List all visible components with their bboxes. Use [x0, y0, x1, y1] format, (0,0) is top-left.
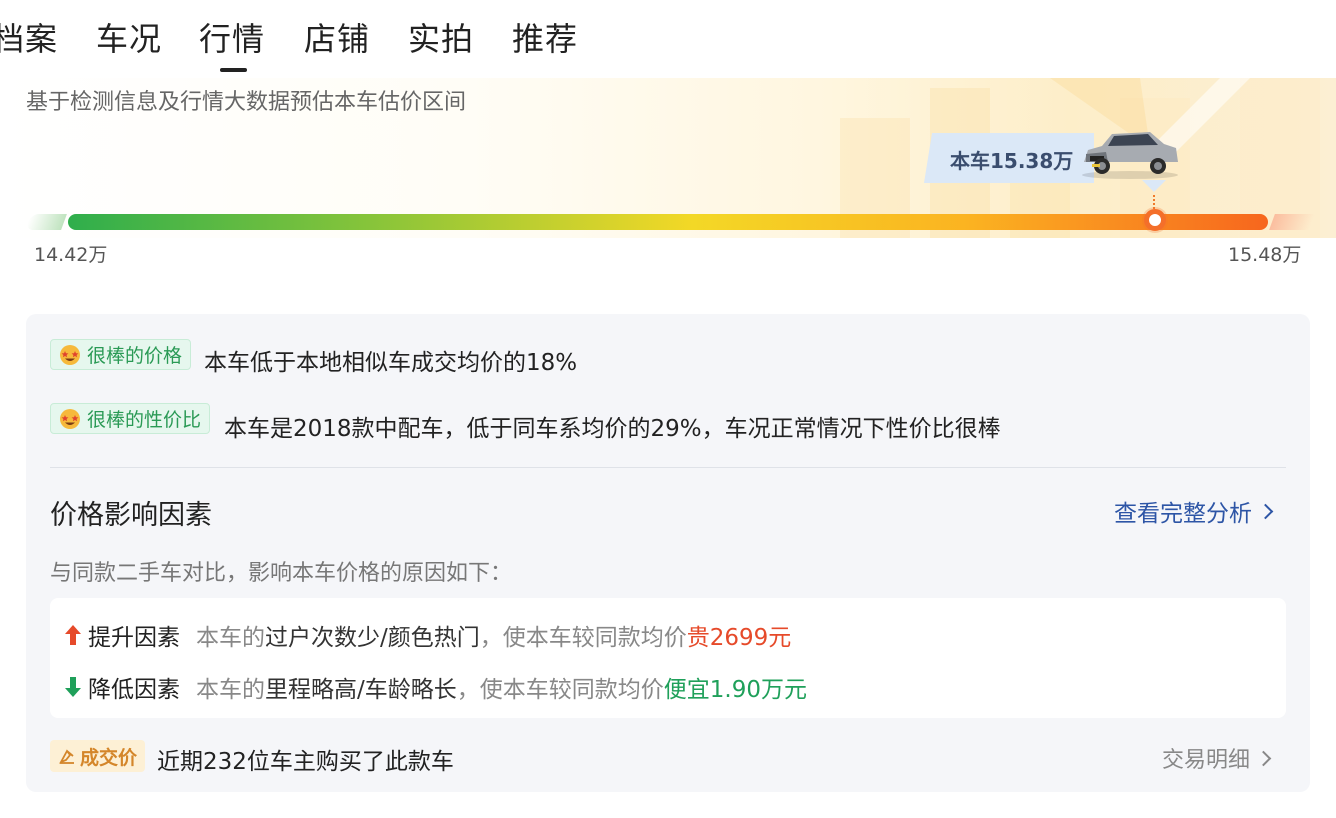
increase-factor-effect: 贵2699元 — [686, 625, 792, 651]
tab-market[interactable]: 行情 — [199, 14, 265, 72]
car-thumbnail-icon — [1082, 132, 1178, 179]
factors-box: 提升因素 本车的 过户次数少/颜色热门 ，使本车较同款均价 贵2699元 降低因… — [50, 598, 1286, 718]
deal-tag-icon — [59, 749, 74, 764]
tab-recommend[interactable]: 推荐 — [512, 14, 578, 60]
deal-price-badge-label: 成交价 — [80, 746, 138, 769]
transaction-details-link[interactable]: 交易明细 — [1162, 742, 1272, 774]
range-bar-right-cap — [1269, 214, 1315, 230]
great-value-text: 本车是2018款中配车，低于同车系均价的29%，车况正常情况下性价比很棒 — [224, 416, 1001, 442]
deal-summary-text: 近期232位车主购买了此款车 — [157, 749, 454, 775]
tab-condition[interactable]: 车况 — [96, 14, 162, 60]
great-price-badge: 很棒的价格 — [50, 339, 192, 370]
price-analysis-card — [26, 314, 1310, 792]
price-range-bar — [68, 214, 1268, 230]
estimate-subtitle: 基于检测信息及行情大数据预估本车估价区间 — [26, 90, 467, 115]
arrow-up-icon — [65, 625, 81, 645]
great-price-text: 本车低于本地相似车成交均价的18% — [204, 350, 578, 376]
full-analysis-link[interactable]: 查看完整分析 — [1114, 494, 1274, 528]
decrease-factor-key: 里程略高/车龄略长 — [265, 677, 457, 703]
decrease-factor-prefix: 本车的 — [196, 677, 265, 703]
increase-factor-key: 过户次数少/颜色热门 — [265, 625, 480, 651]
full-analysis-link-label: 查看完整分析 — [1114, 501, 1252, 527]
range-max-label: 15.48万 — [1228, 244, 1302, 266]
factors-hint: 与同款二手车对比，影响本车价格的原因如下： — [50, 561, 513, 586]
star-eyes-emoji-icon — [60, 344, 80, 365]
chevron-right-icon — [1257, 503, 1274, 519]
arrow-down-icon — [65, 677, 81, 697]
increase-factor-middle: ，使本车较同款均价 — [479, 625, 687, 651]
range-bar-left-cap — [25, 214, 67, 230]
great-value-badge: 很棒的性价比 — [50, 403, 211, 434]
decrease-factor-row: 降低因素 本车的 里程略高/车龄略长 ，使本车较同款均价 便宜1.90万元 — [64, 670, 807, 704]
great-price-badge-label: 很棒的价格 — [87, 345, 183, 367]
star-eyes-emoji-icon — [60, 408, 80, 429]
deal-price-badge: 成交价 — [50, 740, 146, 772]
transaction-details-label: 交易明细 — [1162, 748, 1251, 773]
decrease-factor-effect: 便宜1.90万元 — [663, 677, 807, 703]
tab-archive[interactable]: 档案 — [0, 14, 58, 60]
decrease-factor-name: 降低因素 — [88, 677, 180, 703]
tab-store[interactable]: 店铺 — [304, 14, 370, 60]
chevron-right-icon — [1255, 750, 1272, 766]
increase-factor-name: 提升因素 — [88, 625, 180, 651]
decrease-factor-middle: ，使本车较同款均价 — [456, 677, 664, 703]
increase-factor-prefix: 本车的 — [196, 625, 265, 651]
car-price-label: 本车15.38万 — [950, 149, 1074, 173]
card-divider — [50, 467, 1286, 468]
great-value-badge-label: 很棒的性价比 — [87, 409, 202, 431]
factors-section-title: 价格影响因素 — [50, 500, 212, 531]
tab-photos[interactable]: 实拍 — [408, 14, 474, 60]
increase-factor-row: 提升因素 本车的 过户次数少/颜色热门 ，使本车较同款均价 贵2699元 — [64, 618, 791, 652]
price-tag-pointer — [1142, 180, 1166, 192]
range-min-label: 14.42万 — [34, 244, 108, 266]
